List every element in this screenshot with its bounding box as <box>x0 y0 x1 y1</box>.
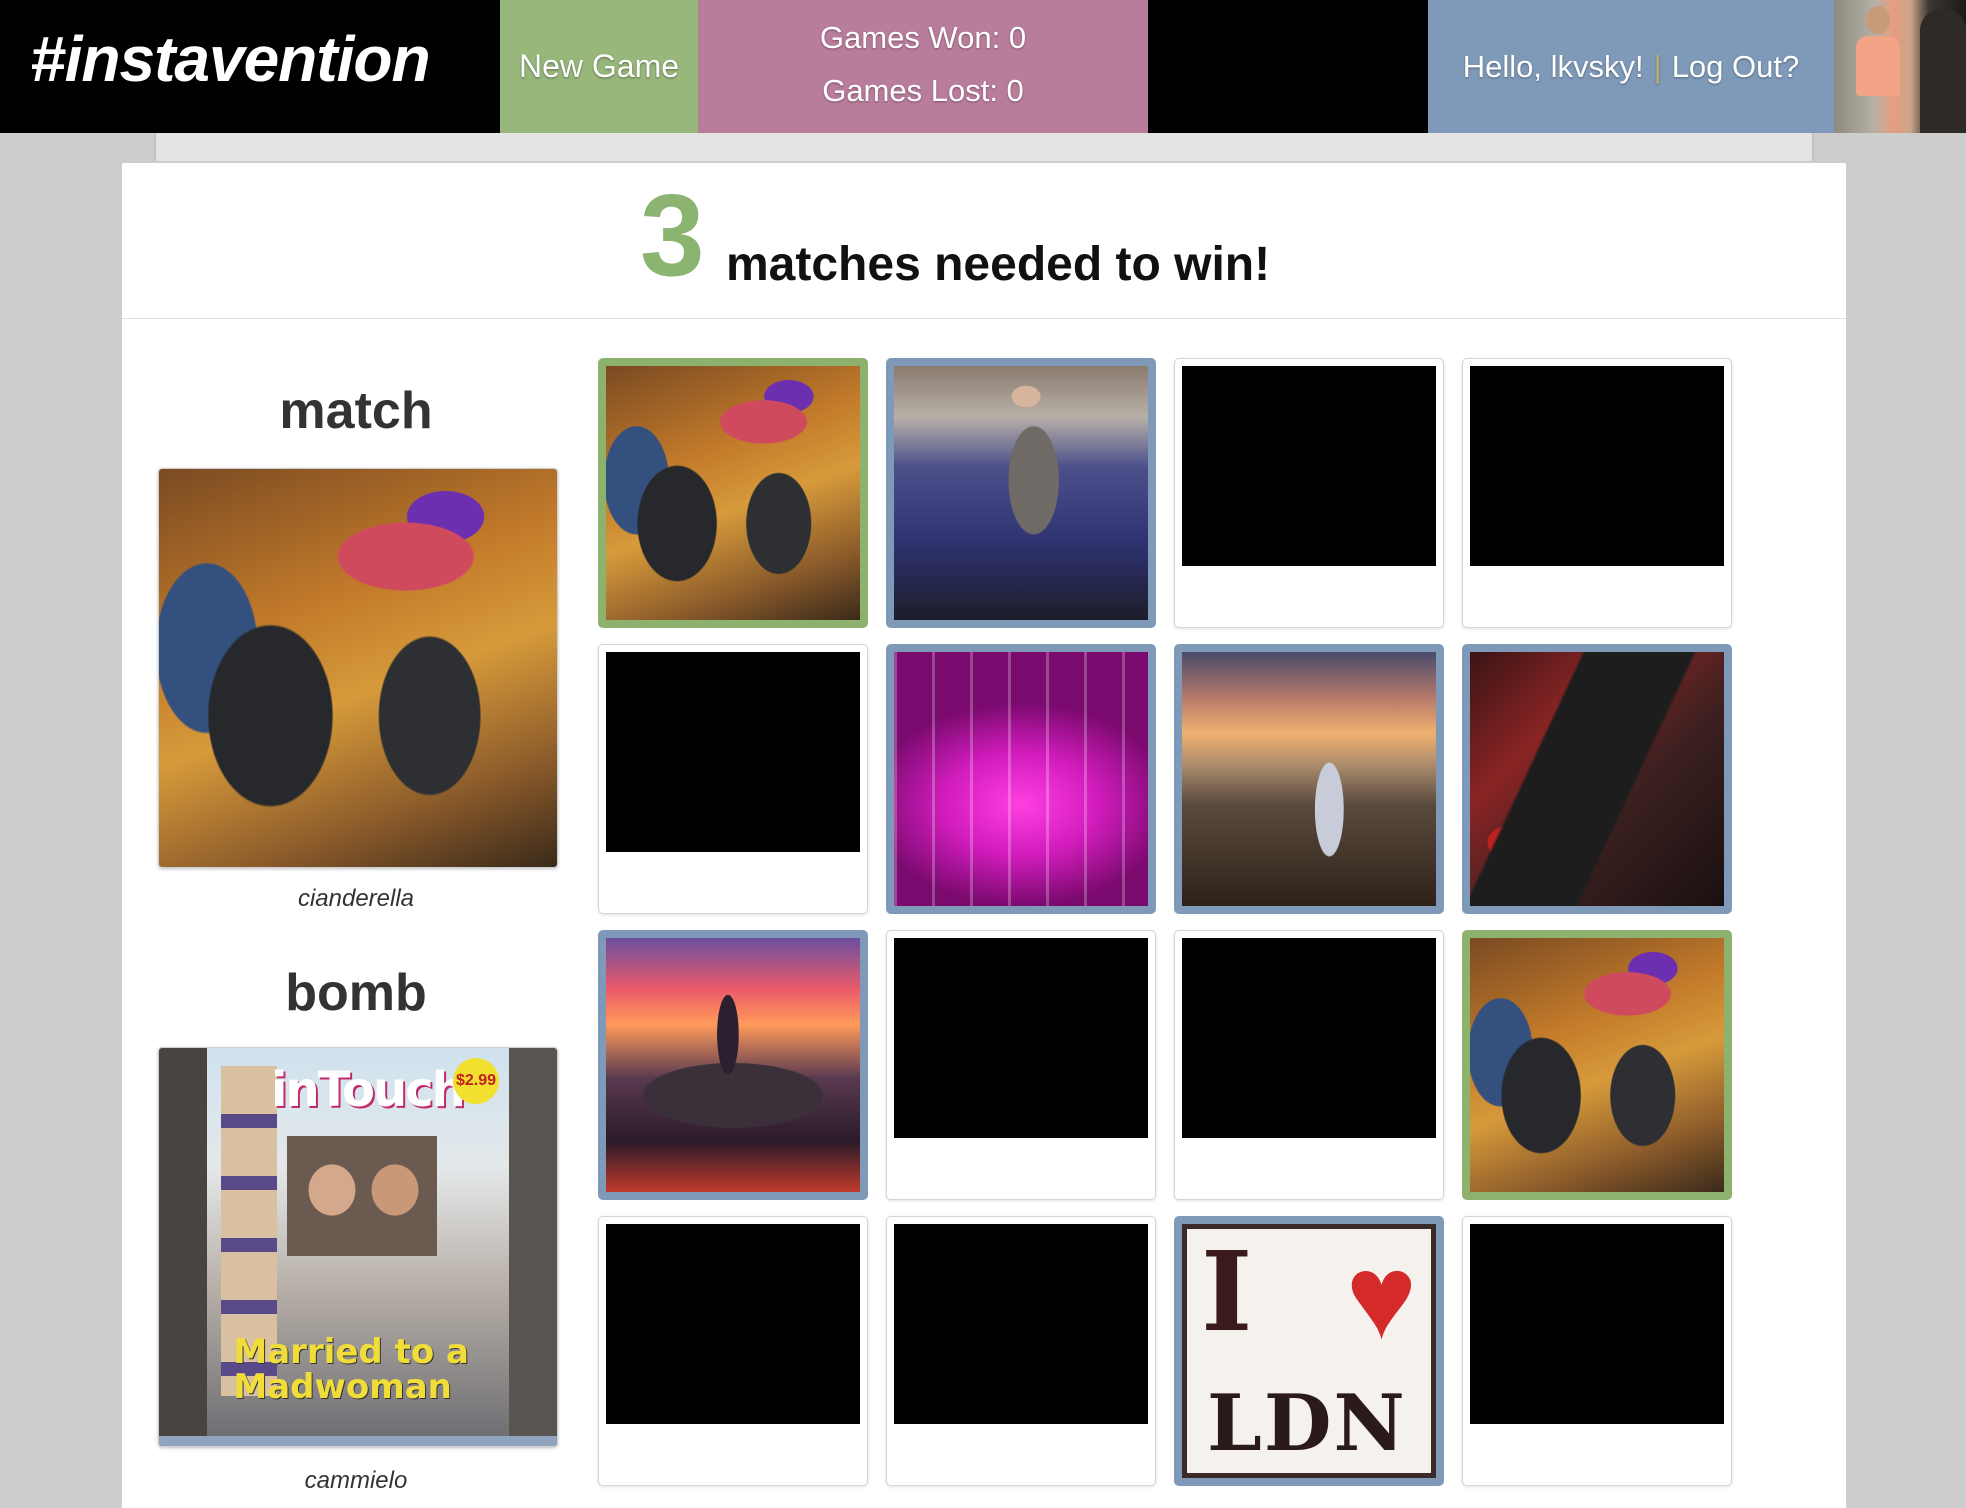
card-tile-hidden[interactable] <box>598 644 868 914</box>
card-tile[interactable] <box>1462 930 1732 1200</box>
card-tile[interactable] <box>1462 644 1732 914</box>
magazine-title: inTouch <box>271 1062 466 1118</box>
card-tile[interactable]: I ♥ LDN <box>1174 1216 1444 1486</box>
match-photo <box>158 468 558 868</box>
logout-link[interactable]: Log Out? <box>1672 49 1800 85</box>
ldn-letter: I <box>1201 1227 1253 1356</box>
divider: | <box>1653 48 1662 84</box>
match-username: cianderella <box>297 885 415 912</box>
match-photo-image <box>159 469 557 867</box>
bomb-photo-image: inTouch $2.99 Married to a Madwoman <box>159 1048 557 1446</box>
score-panel: Games Won: 0 Games Lost: 0 <box>698 0 1148 133</box>
card-photo <box>1470 938 1724 1192</box>
card-photo <box>1182 652 1436 906</box>
card-tile-hidden[interactable] <box>598 1216 868 1486</box>
card-photo <box>606 366 860 620</box>
card-tile[interactable] <box>598 358 868 628</box>
ldn-text: LDN <box>1207 1378 1407 1469</box>
magazine-price: $2.99 <box>453 1058 499 1104</box>
card-tile[interactable] <box>1174 644 1444 914</box>
card-tile[interactable] <box>598 930 868 1200</box>
games-lost: Games Lost: 0 <box>822 73 1024 108</box>
card-photo <box>894 366 1148 620</box>
card-photo <box>606 938 860 1192</box>
magazine-headline-line: Madwoman <box>233 1367 452 1408</box>
user-panel: Hello, lkvsky! | Log Out? <box>1428 0 1834 133</box>
match-heading: match <box>279 382 433 440</box>
card-photo: I ♥ LDN <box>1182 1224 1436 1478</box>
card-photo <box>894 652 1148 906</box>
games-won: Games Won: 0 <box>819 20 1027 55</box>
avatar[interactable] <box>1834 0 1966 133</box>
new-game-button[interactable]: New Game <box>500 0 698 133</box>
card-tile-hidden[interactable] <box>1462 1216 1732 1486</box>
card-tile-hidden[interactable] <box>886 1216 1156 1486</box>
matches-needed-count: 3 <box>640 170 705 300</box>
bomb-username: cammielo <box>304 1467 408 1494</box>
matches-needed-text: matches needed to win! <box>726 238 1271 291</box>
bomb-photo: inTouch $2.99 Married to a Madwoman <box>158 1047 558 1447</box>
card-tile-hidden[interactable] <box>1462 358 1732 628</box>
top-bar: #instavention New Game Games Won: 0 Game… <box>0 0 1966 133</box>
magazine-headline-line: Married to a <box>233 1331 469 1372</box>
card-photo <box>1470 652 1724 906</box>
card-tile[interactable] <box>886 644 1156 914</box>
app-logo[interactable]: #instavention <box>30 22 431 96</box>
bomb-heading: bomb <box>285 964 427 1022</box>
card-tile[interactable] <box>886 358 1156 628</box>
card-tile-hidden[interactable] <box>1174 358 1444 628</box>
card-tile-hidden[interactable] <box>886 930 1156 1200</box>
magazine-headline: Married to a Madwoman <box>233 1331 469 1408</box>
heart-icon: ♥ <box>1345 1230 1417 1364</box>
win-banner: 3 matches needed to win! <box>122 163 1846 319</box>
header-shelf <box>154 133 1814 161</box>
card-tile-hidden[interactable] <box>1174 930 1444 1200</box>
greeting: Hello, lkvsky! <box>1462 48 1644 84</box>
game-board: 3 matches needed to win! match cianderel… <box>122 163 1846 1508</box>
